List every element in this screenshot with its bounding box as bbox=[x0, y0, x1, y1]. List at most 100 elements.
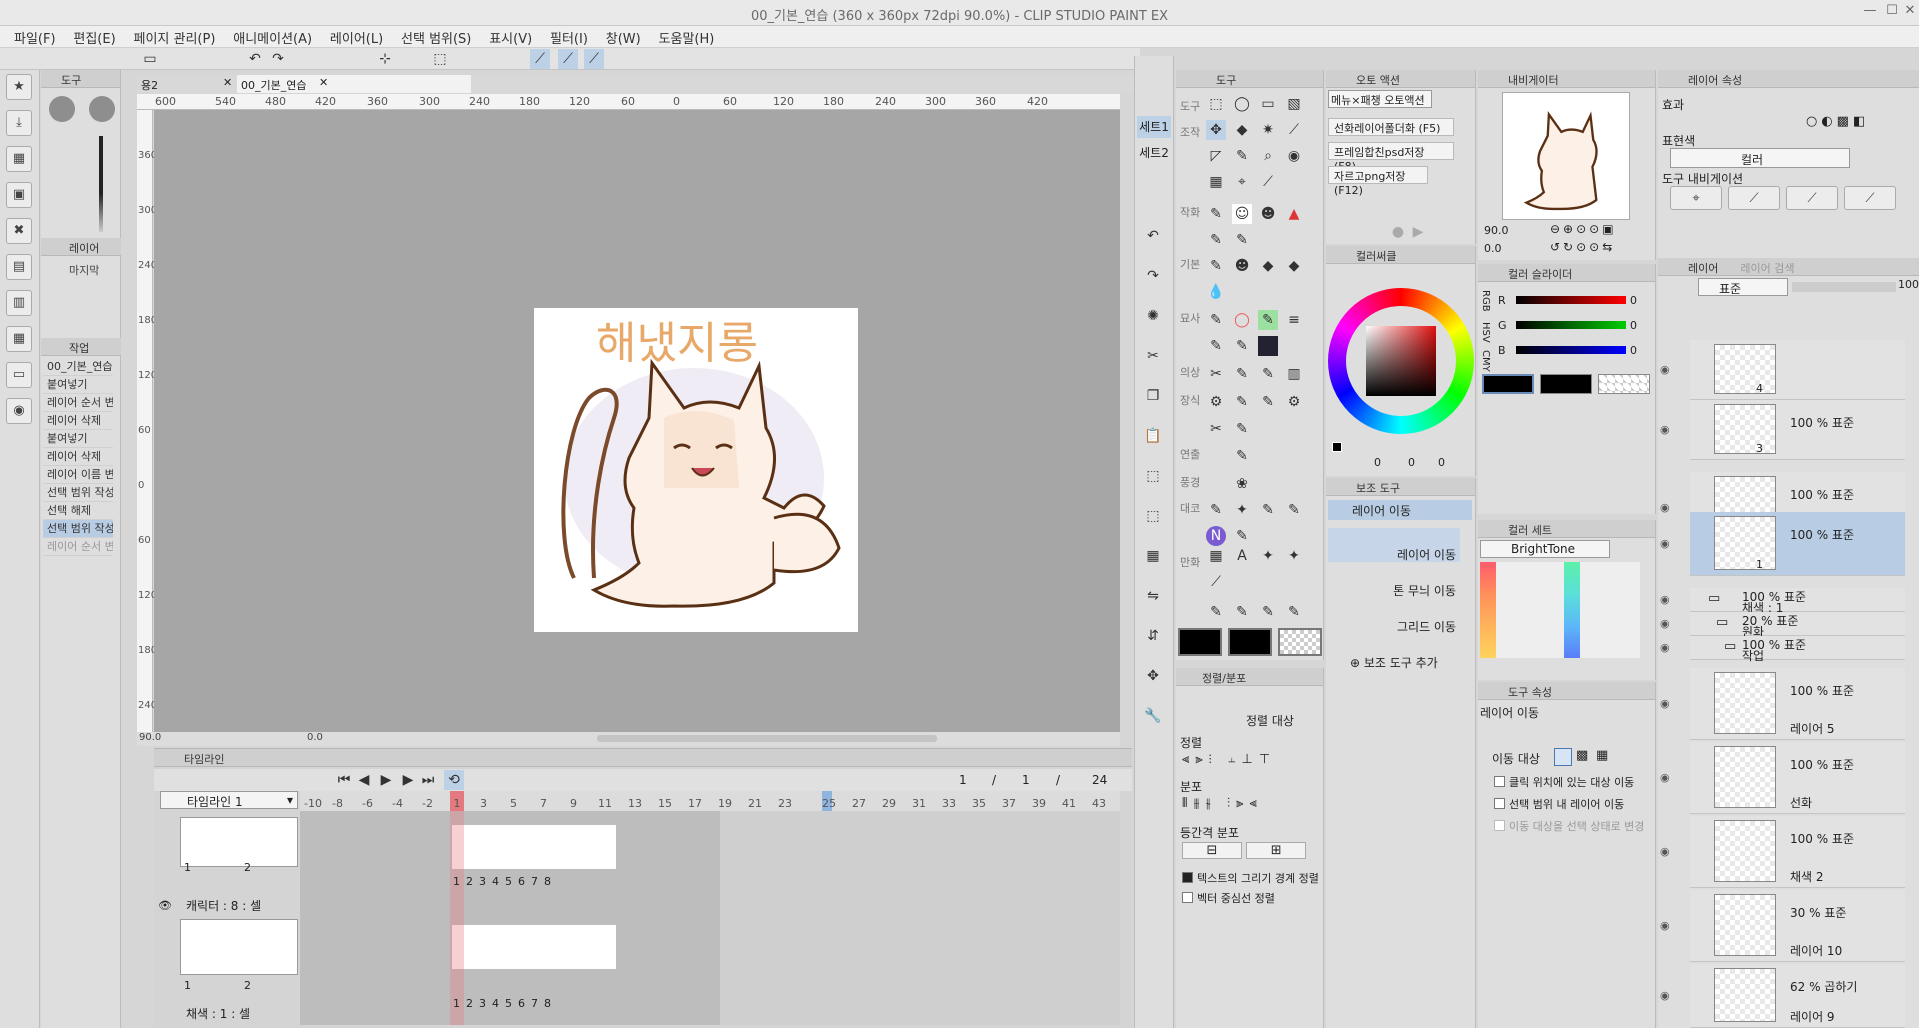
auto-action-item[interactable]: 프레임합친psd저장 (F8) bbox=[1328, 142, 1454, 173]
preset-char-icon[interactable]: ☻ bbox=[1258, 204, 1278, 224]
lasso-icon[interactable]: ◯ bbox=[1232, 94, 1252, 114]
delete-icon[interactable]: ✖ bbox=[6, 218, 32, 244]
channel-b-value[interactable]: 0 bbox=[1630, 344, 1637, 357]
layer-thumbnail[interactable] bbox=[1714, 672, 1776, 734]
menu-edit[interactable]: 편집(E) bbox=[59, 26, 115, 47]
vector-center-option[interactable]: 벡터 중심선 정렬 bbox=[1182, 890, 1275, 906]
lines-icon[interactable]: ≡ bbox=[1284, 310, 1304, 330]
distribute-buttons[interactable]: ⫴⫵⫳ ⫶⫸⫷ bbox=[1182, 796, 1263, 811]
layer-mini-item[interactable]: 마지막 bbox=[69, 262, 99, 278]
red-slider[interactable] bbox=[1516, 296, 1626, 304]
visibility-eye-icon[interactable]: ◉ bbox=[1660, 363, 1670, 376]
loading-icon[interactable]: ✺ bbox=[1143, 306, 1163, 326]
visibility-eye-icon[interactable]: ◉ bbox=[1660, 423, 1670, 436]
menu-help[interactable]: 도움말(H) bbox=[645, 26, 715, 47]
visibility-eye-icon[interactable]: ◉ bbox=[1660, 919, 1670, 932]
green-slider[interactable] bbox=[1516, 321, 1626, 329]
menu-selection[interactable]: 선택 범위(S) bbox=[387, 26, 471, 47]
effect-buttons[interactable]: ○◐▩◧ bbox=[1806, 114, 1869, 129]
auto-action-item[interactable]: 선화레이어폴더화 (F5) bbox=[1328, 118, 1454, 136]
folder-icon[interactable]: ▭ bbox=[6, 362, 32, 388]
effect-brush-icon[interactable]: ✎ bbox=[1232, 446, 1252, 466]
marquee-icon[interactable]: ⬚ bbox=[1206, 94, 1226, 114]
history-item-undone[interactable]: 레이어 순서 변경 bbox=[43, 538, 113, 556]
next-frame-icon[interactable]: ▶ bbox=[398, 770, 418, 790]
sub-color-swatch[interactable] bbox=[1228, 628, 1272, 656]
opt-click-target[interactable]: 클릭 위치에 있는 대상 이동 bbox=[1494, 774, 1634, 790]
cut-icon[interactable]: ✂ bbox=[1143, 346, 1163, 366]
effect-line-icon[interactable]: ✦ bbox=[1258, 546, 1278, 566]
color-circle-icon[interactable]: ◯ bbox=[1232, 310, 1252, 330]
text-icon[interactable]: A bbox=[1232, 546, 1252, 566]
layer-thumbnail[interactable] bbox=[1714, 404, 1776, 454]
saturation-square[interactable] bbox=[1366, 326, 1436, 396]
align-buttons[interactable]: ⫷⫸⫶ ⫠⊥⊤ bbox=[1182, 752, 1276, 767]
pen-a-icon[interactable]: ✎ bbox=[1206, 602, 1226, 622]
maximize-icon[interactable]: ☐ bbox=[1884, 3, 1900, 21]
layer-row[interactable]: ◉ 62 % 곱하기 레이어 9 bbox=[1660, 964, 1905, 1028]
visibility-eye-icon[interactable]: ◉ bbox=[1660, 537, 1670, 550]
history-item[interactable]: 레이어 삭제 bbox=[43, 448, 113, 466]
menu-filter[interactable]: 필터(I) bbox=[536, 26, 588, 47]
paste-icon[interactable]: 📋 bbox=[1143, 426, 1163, 446]
tab-close-icon[interactable]: ✕ bbox=[319, 76, 328, 89]
layer-row[interactable]: ◉ 4 bbox=[1660, 340, 1905, 400]
layer-thumbnail[interactable] bbox=[1714, 968, 1776, 1022]
slider-main-color[interactable] bbox=[1482, 374, 1534, 394]
visibility-eye-icon[interactable]: ◉ bbox=[1660, 641, 1670, 654]
preset-bell-icon[interactable]: ▲ bbox=[1284, 204, 1304, 224]
nav-btn-2-icon[interactable]: ⟋ bbox=[1728, 186, 1780, 210]
frame-icon[interactable]: ▦ bbox=[1206, 172, 1226, 192]
canvas-hscrollbar[interactable] bbox=[597, 735, 937, 742]
history-item[interactable]: 붙여넣기 bbox=[43, 430, 113, 448]
panel-frame-icon[interactable]: ▦ bbox=[1206, 546, 1226, 566]
nav-zoom[interactable]: 90.0 bbox=[1484, 224, 1509, 237]
history-item[interactable]: 레이어 삭제 bbox=[43, 412, 113, 430]
mode-cmy[interactable]: CMY bbox=[1480, 350, 1491, 372]
layer-row[interactable]: ◉ 100 % 표준 1 bbox=[1660, 512, 1905, 576]
checkbox[interactable] bbox=[1494, 776, 1505, 787]
move-icon[interactable]: ✥ bbox=[1143, 666, 1163, 686]
undo-icon[interactable]: ↶ bbox=[1143, 226, 1163, 246]
nav-btn-3-icon[interactable]: ⟋ bbox=[1786, 186, 1838, 210]
camera-icon[interactable]: ◉ bbox=[6, 398, 32, 424]
menu-page[interactable]: 페이지 관리(P) bbox=[119, 26, 215, 47]
canvas-paper[interactable]: 해냈지롱 bbox=[534, 308, 858, 632]
eraser-icon[interactable]: ◆ bbox=[1258, 256, 1278, 276]
target-tone-icon[interactable]: ▩ bbox=[1576, 748, 1588, 763]
new-file-icon[interactable]: ▭ bbox=[140, 49, 160, 69]
tab-layer[interactable]: 레이어 bbox=[1688, 262, 1718, 275]
wrench-icon[interactable]: 🔧 bbox=[1143, 706, 1163, 726]
prev-frame-icon[interactable]: ◀ bbox=[354, 770, 374, 790]
deco3-icon[interactable]: ✎ bbox=[1258, 392, 1278, 412]
ruler-tool-icon[interactable]: ◸ bbox=[1206, 146, 1226, 166]
pencil-icon[interactable]: ✎ bbox=[1206, 230, 1226, 250]
eraser2-icon[interactable]: ◆ bbox=[1284, 256, 1304, 276]
checkbox[interactable] bbox=[1494, 798, 1505, 809]
preset-face-icon[interactable]: ☺ bbox=[1232, 204, 1252, 224]
history-item-selected[interactable]: 선택 범위 작성 bbox=[43, 520, 113, 538]
zoom-icon[interactable]: ⌕ bbox=[1258, 146, 1278, 166]
history-item[interactable]: 레이어 순서 변경 bbox=[43, 394, 113, 412]
history-item[interactable]: 00_기본_연습 bbox=[43, 358, 113, 376]
loop-icon[interactable]: ⟲ bbox=[444, 770, 464, 790]
sparkle3-icon[interactable]: ✎ bbox=[1284, 500, 1304, 520]
pen-d-icon[interactable]: ✎ bbox=[1284, 602, 1304, 622]
deco-brush-icon[interactable]: ✎ bbox=[1232, 364, 1252, 384]
zoom-readout[interactable]: 90.0 bbox=[139, 732, 161, 743]
redo-icon[interactable]: ↷ bbox=[268, 49, 288, 69]
navigator-preview[interactable] bbox=[1502, 92, 1630, 220]
opt-select-after-move[interactable]: 이동 대상을 선택 상태로 변경 bbox=[1494, 818, 1644, 834]
end-marker[interactable]: 25 bbox=[822, 791, 836, 811]
ribbon-icon[interactable]: ✂ bbox=[1206, 364, 1226, 384]
pen-icon[interactable]: ✎ bbox=[1206, 204, 1226, 224]
n-brush2-icon[interactable]: ✎ bbox=[1232, 526, 1252, 546]
star-icon[interactable]: ★ bbox=[6, 74, 32, 100]
speech-tail-icon[interactable]: ⟋ bbox=[1206, 572, 1226, 592]
visibility-eye-icon[interactable]: ◉ bbox=[1660, 617, 1670, 630]
menu-animation[interactable]: 애니메이션(A) bbox=[219, 26, 312, 47]
brush-icon[interactable]: ✎ bbox=[1232, 146, 1252, 166]
n-brush-icon[interactable]: N bbox=[1206, 526, 1226, 546]
airbrush-icon[interactable]: ✎ bbox=[1206, 310, 1226, 330]
flip-vertical-icon[interactable]: ⇵ bbox=[1143, 626, 1163, 646]
